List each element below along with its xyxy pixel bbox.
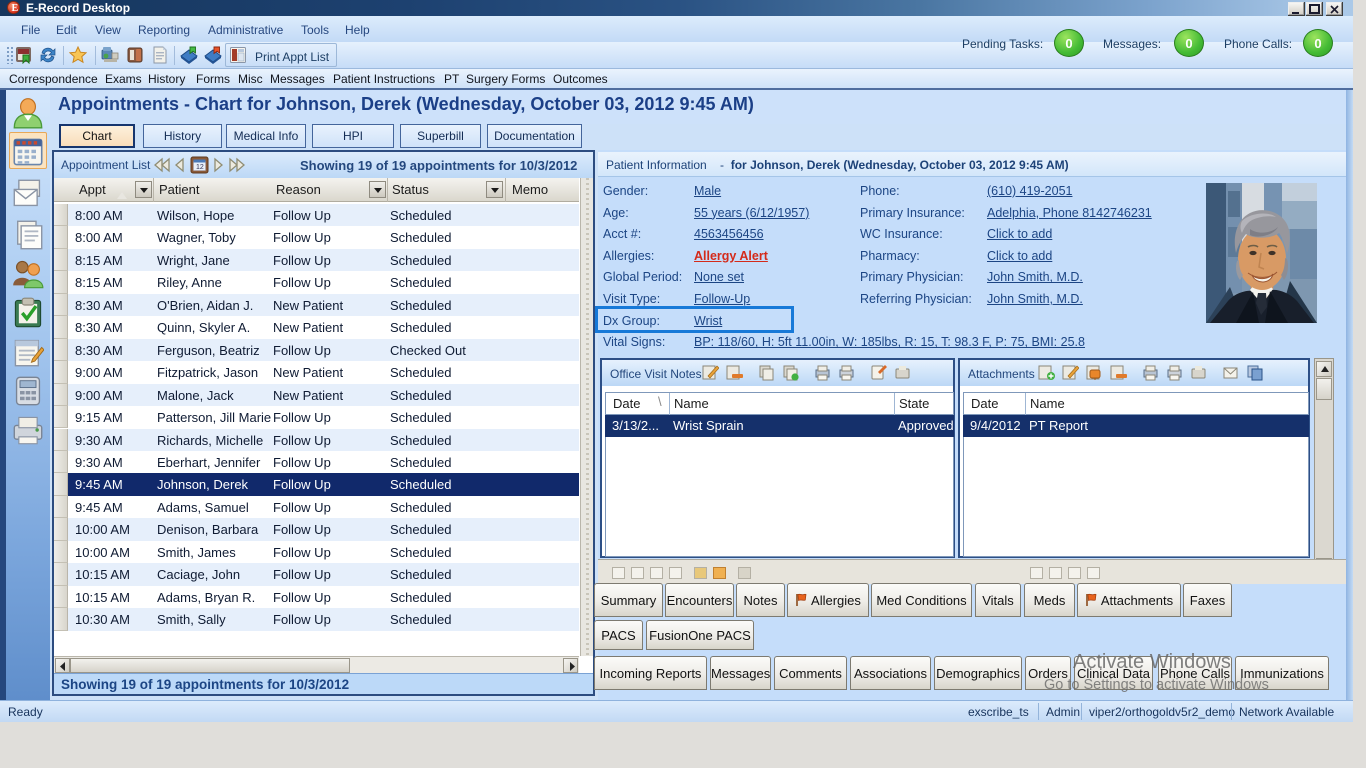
svg-text:12: 12 [196,164,204,171]
